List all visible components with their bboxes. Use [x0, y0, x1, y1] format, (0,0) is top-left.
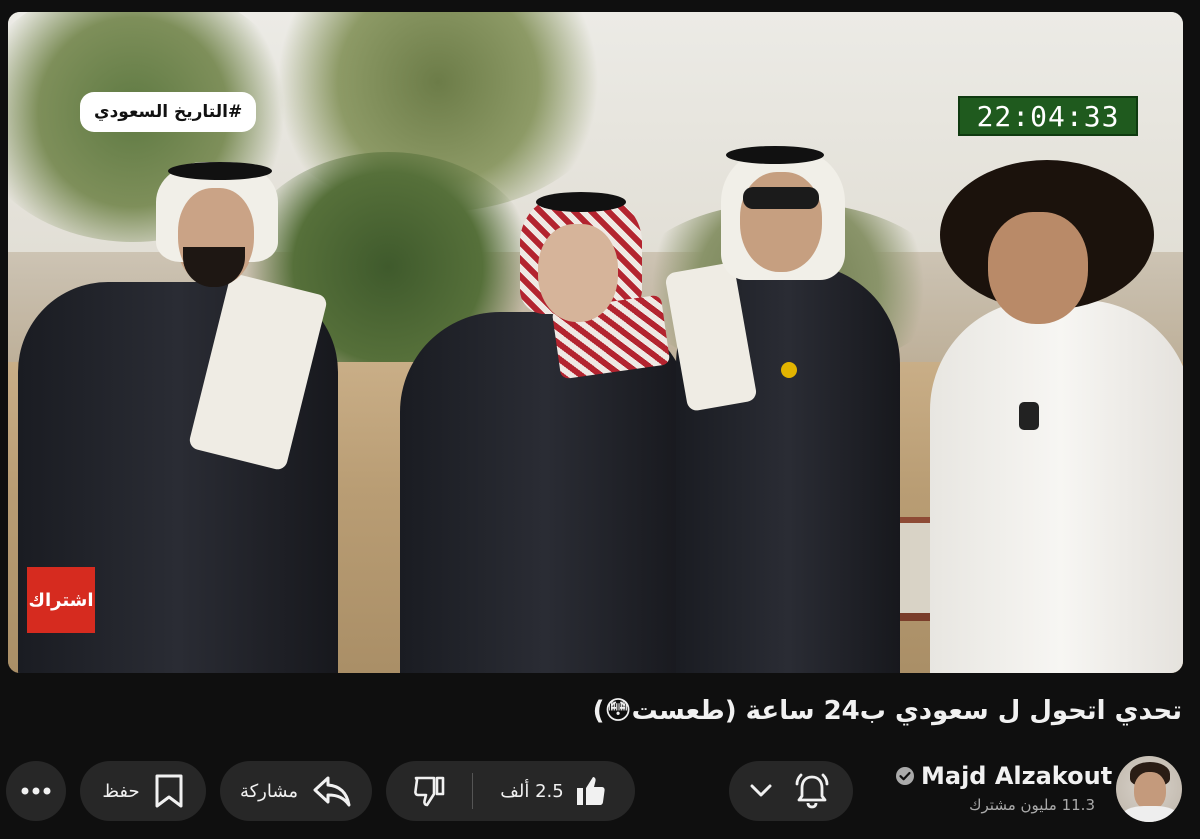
sunglasses: [743, 187, 819, 209]
person-4: [930, 300, 1183, 673]
check-circle-icon: [896, 767, 914, 785]
save-label: حفظ: [102, 780, 140, 802]
channel-avatar[interactable]: [1116, 756, 1182, 822]
save-button[interactable]: حفظ: [80, 761, 206, 821]
chevron-down-icon: [750, 784, 772, 797]
share-icon: [313, 776, 351, 807]
more-actions-button[interactable]: [6, 761, 66, 821]
bell-ringing-icon: [795, 773, 829, 809]
like-count: 2.5 ألف: [500, 780, 564, 802]
video-title: تحدي اتحول ل سعودي ب24 ساعة (طعست😳): [592, 696, 1182, 726]
timer-overlay: 22:04:33: [958, 96, 1138, 136]
like-button[interactable]: 2.5 ألف: [473, 761, 635, 821]
thumbs-down-icon: [414, 776, 445, 807]
like-dislike-group: 2.5 ألف: [386, 761, 635, 821]
hashtag-overlay: #التاريخ السعودي: [80, 92, 257, 132]
video-player[interactable]: #التاريخ السعودي 22:04:33 اشتراك: [8, 12, 1183, 673]
bookmark-icon: [155, 774, 183, 808]
more-horizontal-icon: [21, 787, 51, 795]
subscriber-count: 11.3 مليون مشترك: [969, 796, 1095, 814]
dislike-button[interactable]: [386, 761, 472, 821]
thumbs-up-icon: [576, 777, 605, 805]
gold-pin: [781, 362, 797, 378]
lapel-mic: [1019, 402, 1039, 430]
channel-name[interactable]: Majd Alzakout: [921, 762, 1112, 790]
notifications-button[interactable]: [729, 761, 853, 821]
person-1-agal: [168, 162, 272, 180]
subscribe-overlay: اشتراك: [27, 567, 95, 633]
person-2-face: [538, 224, 618, 322]
share-label: مشاركة: [239, 780, 299, 802]
person-4-face: [988, 212, 1088, 324]
share-button[interactable]: مشاركة: [220, 761, 372, 821]
